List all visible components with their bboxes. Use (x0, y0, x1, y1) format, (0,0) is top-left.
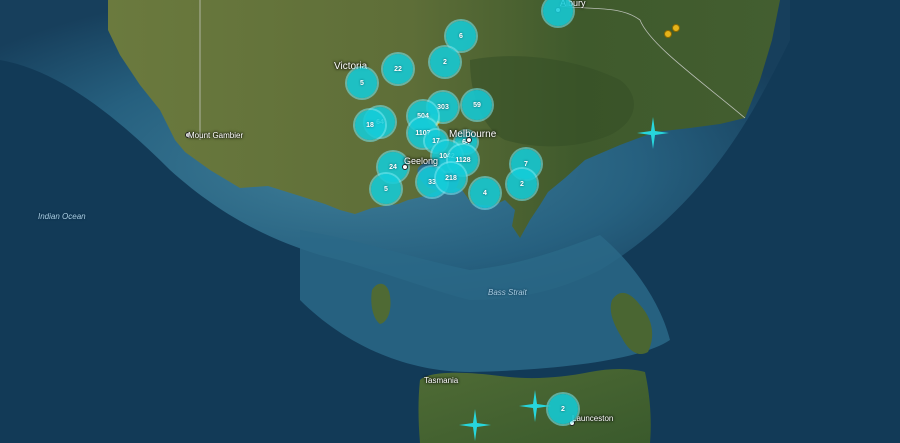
cluster-marker[interactable]: 2 (430, 47, 460, 77)
label-bass-strait: Bass Strait (488, 288, 527, 297)
map-view[interactable]: Albury Victoria Mount Gambier Indian Oce… (0, 0, 900, 443)
cluster-marker[interactable]: 6 (446, 21, 476, 51)
star-marker[interactable] (458, 408, 492, 442)
cluster-marker[interactable]: 4 (470, 178, 500, 208)
cluster-marker[interactable]: 2 (548, 394, 578, 424)
cluster-marker[interactable]: 5 (347, 68, 377, 98)
cluster-marker[interactable]: 59 (462, 90, 492, 120)
cluster-marker[interactable]: 18 (355, 110, 385, 140)
cluster-marker[interactable]: 218 (436, 163, 466, 193)
star-marker[interactable] (636, 116, 670, 150)
cluster-marker[interactable]: 22 (383, 54, 413, 84)
cluster-marker[interactable]: 2 (507, 169, 537, 199)
label-tasmania: Tasmania (424, 376, 459, 385)
event-marker[interactable] (672, 24, 680, 32)
label-geelong: Geelong (404, 156, 439, 166)
star-marker[interactable] (518, 389, 552, 423)
label-mount-gambier: Mount Gambier (188, 131, 244, 140)
label-launceston: Launceston (572, 414, 614, 423)
event-marker[interactable] (664, 30, 672, 38)
label-indian-ocean: Indian Ocean (38, 212, 86, 221)
cluster-marker[interactable]: 5 (371, 174, 401, 204)
label-melbourne: Melbourne (449, 129, 497, 140)
